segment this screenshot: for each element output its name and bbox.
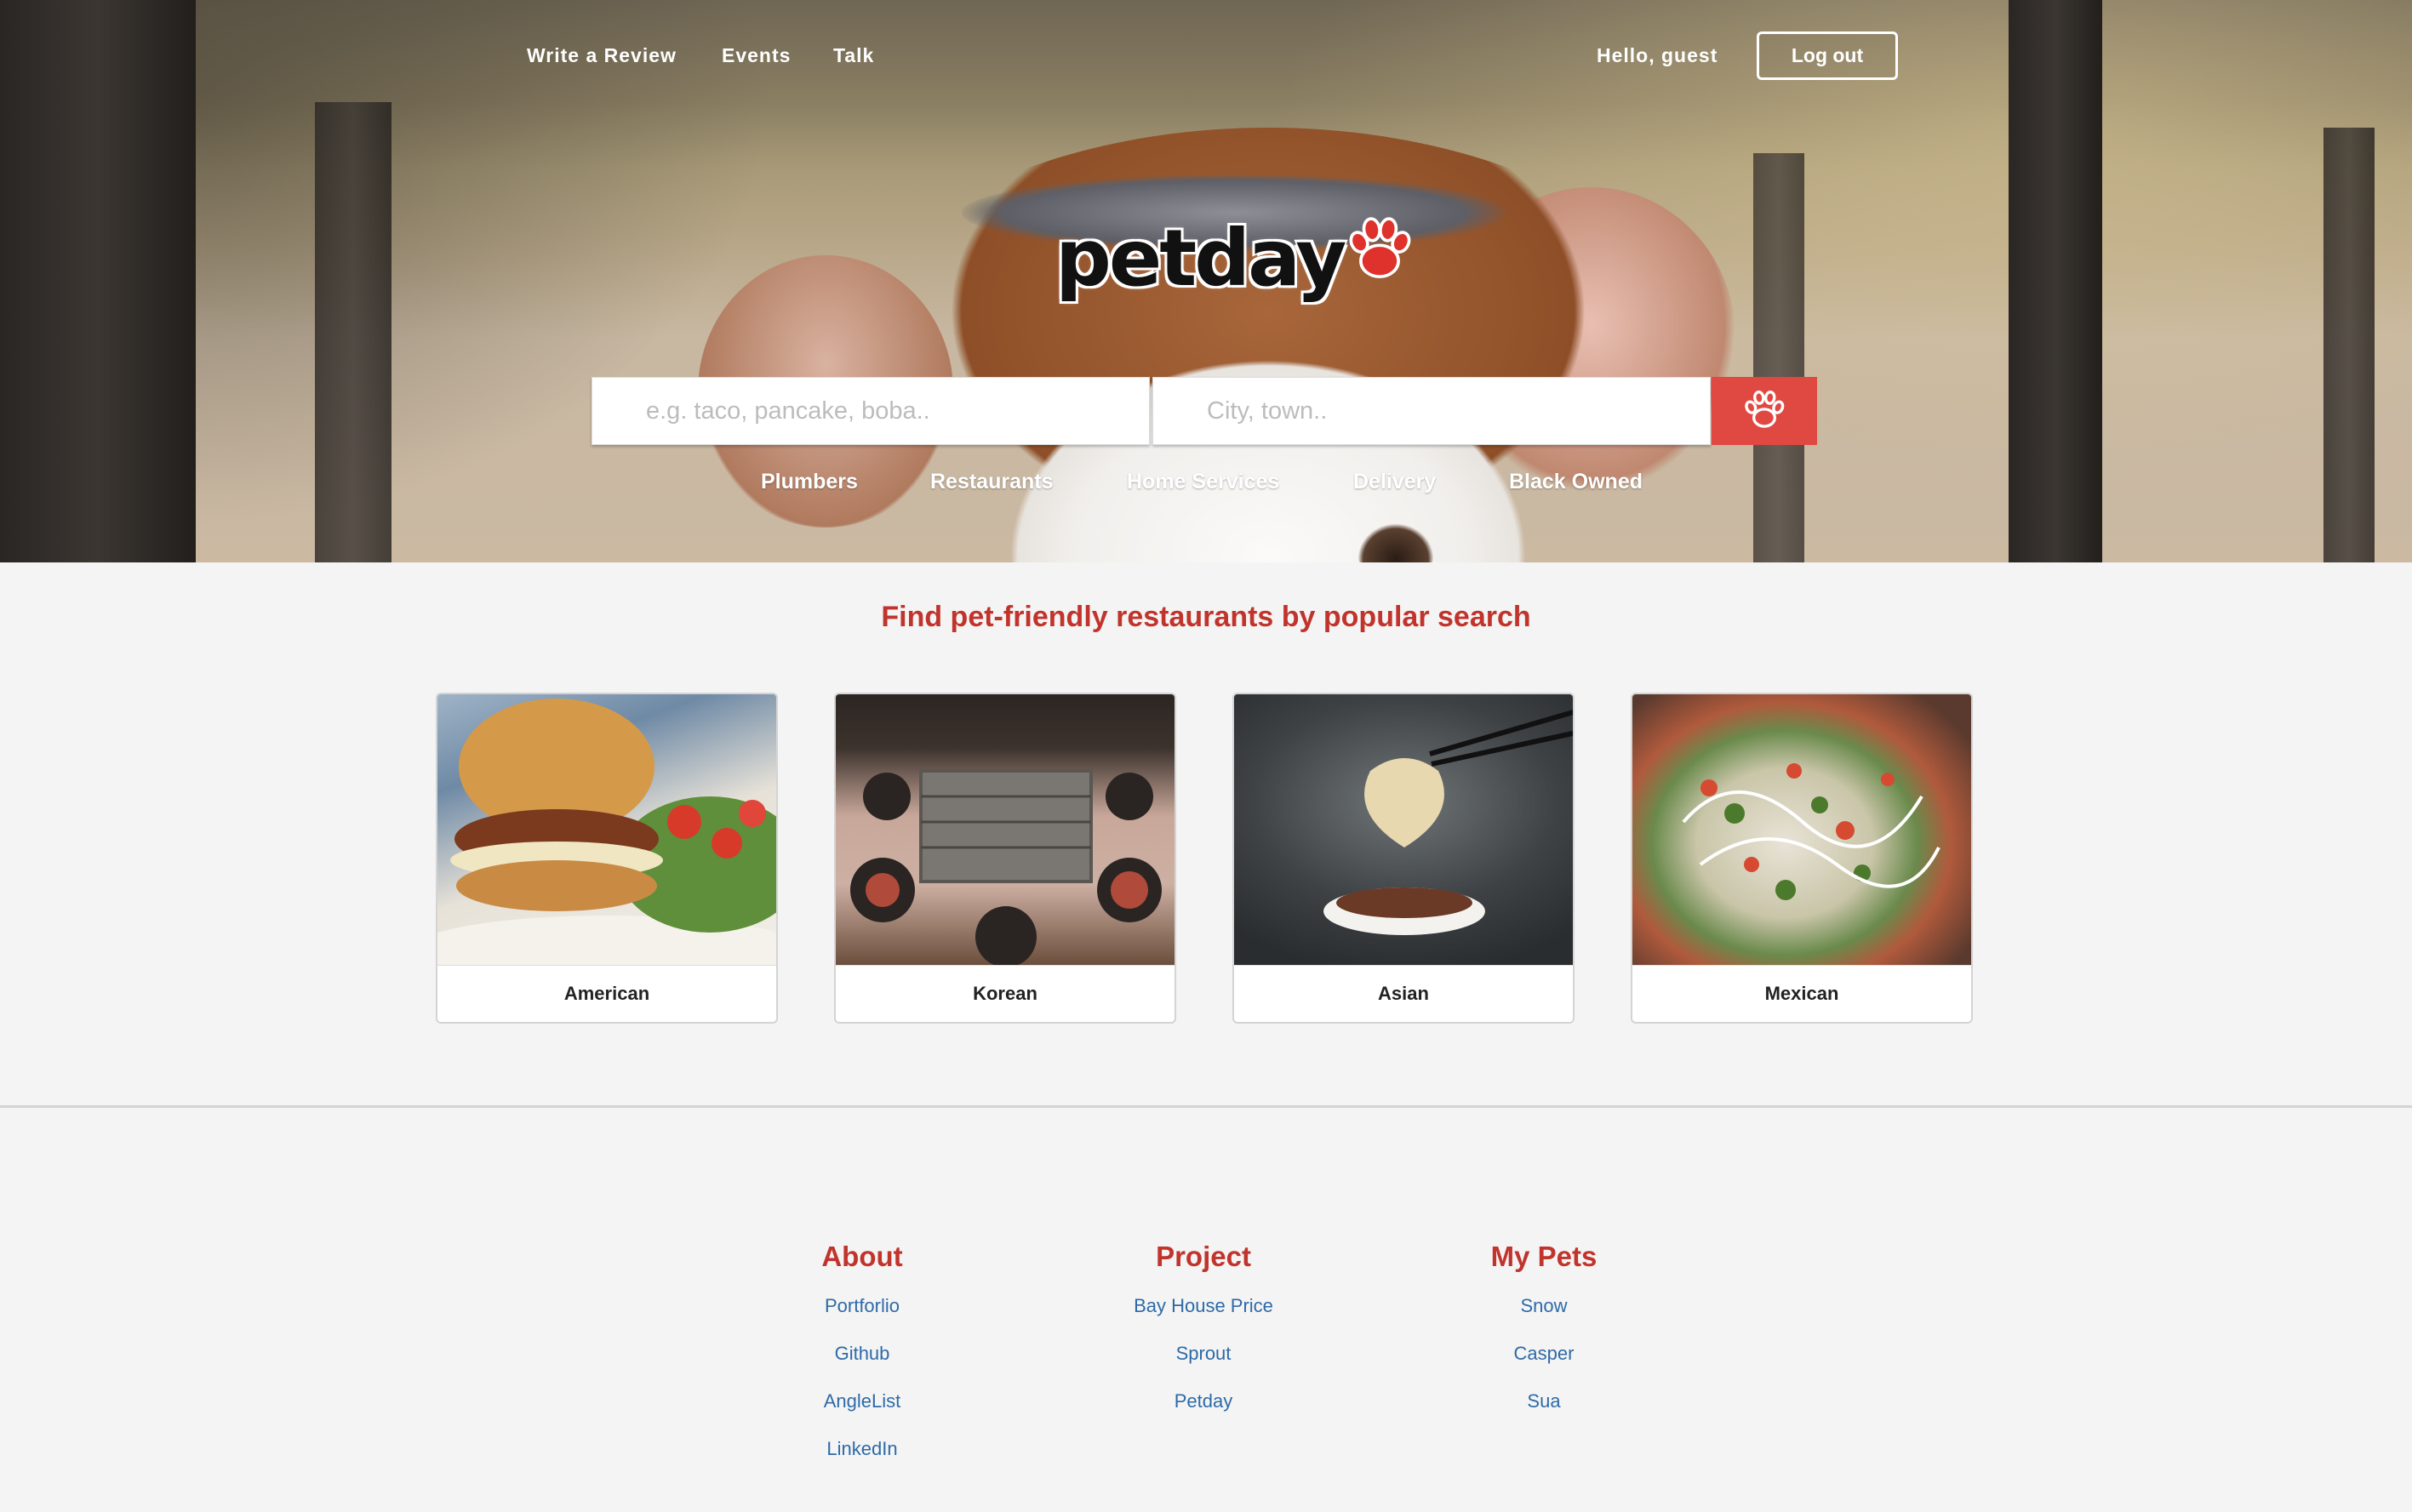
category-home-services-link[interactable]: Home Services bbox=[1127, 470, 1279, 494]
search-button[interactable] bbox=[1712, 377, 1817, 445]
nav-write-review-link[interactable]: Write a Review bbox=[527, 44, 677, 67]
chair-leg-image bbox=[2009, 0, 2102, 562]
cuisine-card-asian[interactable]: Asian bbox=[1232, 693, 1575, 1024]
cuisine-label: American bbox=[437, 965, 776, 1022]
logo-wordmark: petday bbox=[1055, 213, 1346, 304]
chair-leg-image bbox=[0, 0, 196, 562]
cuisine-card-american[interactable]: American bbox=[436, 693, 778, 1024]
footer-link-sprout[interactable]: Sprout bbox=[1033, 1341, 1374, 1389]
footer-link-github[interactable]: Github bbox=[692, 1341, 1032, 1389]
greeting-text: Hello, guest bbox=[1597, 44, 1718, 66]
cuisine-card-mexican[interactable]: Mexican bbox=[1631, 693, 1973, 1024]
cuisine-label: Korean bbox=[836, 965, 1175, 1022]
footer-link-anglelist[interactable]: AngleList bbox=[692, 1389, 1032, 1436]
footer-heading: Project bbox=[1156, 1241, 1251, 1272]
footer-column-about: About Portforlio Github AngleList Linked… bbox=[692, 1241, 1032, 1484]
logout-button[interactable]: Log out bbox=[1757, 31, 1898, 80]
paw-icon bbox=[1340, 209, 1419, 292]
footer-link-petday[interactable]: Petday bbox=[1033, 1389, 1374, 1436]
footer-link-casper[interactable]: Casper bbox=[1374, 1341, 1714, 1389]
footer-link-linkedin[interactable]: LinkedIn bbox=[692, 1436, 1032, 1484]
category-black-owned-link[interactable]: Black Owned bbox=[1509, 470, 1643, 494]
hero-banner: Write a Review Events Talk Hello, guest … bbox=[0, 0, 2412, 562]
footer-link-portfolio[interactable]: Portforlio bbox=[692, 1293, 1032, 1341]
korean-bbq-illustration bbox=[850, 769, 1162, 965]
footer-column-project: Project Bay House Price Sprout Petday bbox=[1033, 1241, 1374, 1436]
footer-link-snow[interactable]: Snow bbox=[1374, 1293, 1714, 1341]
chair-leg-image bbox=[315, 102, 392, 562]
footer-heading: About bbox=[821, 1241, 903, 1272]
category-delivery-link[interactable]: Delivery bbox=[1353, 470, 1436, 494]
section-divider bbox=[0, 1105, 2412, 1108]
search-location-input[interactable] bbox=[1152, 377, 1711, 445]
nachos-illustration bbox=[1682, 763, 1940, 900]
cuisine-card-korean[interactable]: Korean bbox=[834, 693, 1176, 1024]
chair-leg-image bbox=[1753, 153, 1804, 562]
search-what-input[interactable] bbox=[592, 377, 1150, 445]
footer-column-my-pets: My Pets Snow Casper Sua bbox=[1374, 1241, 1714, 1436]
dumpling-photo bbox=[1234, 694, 1573, 965]
dumpling-illustration bbox=[1323, 710, 1573, 935]
nav-events-link[interactable]: Events bbox=[722, 44, 791, 67]
footer-link-sua[interactable]: Sua bbox=[1374, 1389, 1714, 1436]
cuisine-label: Asian bbox=[1234, 965, 1573, 1022]
chair-leg-image bbox=[2323, 128, 2375, 562]
burger-illustration bbox=[437, 699, 776, 965]
korean-bbq-photo bbox=[836, 694, 1175, 965]
cuisine-label: Mexican bbox=[1632, 965, 1971, 1022]
footer-link-bay-house-price[interactable]: Bay House Price bbox=[1033, 1293, 1374, 1341]
nav-talk-link[interactable]: Talk bbox=[833, 44, 874, 67]
category-plumbers-link[interactable]: Plumbers bbox=[761, 470, 858, 494]
paw-icon bbox=[1740, 386, 1788, 436]
nachos-photo bbox=[1632, 694, 1971, 965]
popular-search-title: Find pet-friendly restaurants by popular… bbox=[881, 601, 1531, 633]
footer-heading: My Pets bbox=[1490, 1241, 1598, 1272]
category-restaurants-link[interactable]: Restaurants bbox=[930, 470, 1054, 494]
petday-logo[interactable]: petday bbox=[1055, 213, 1419, 304]
burger-photo bbox=[437, 694, 776, 965]
